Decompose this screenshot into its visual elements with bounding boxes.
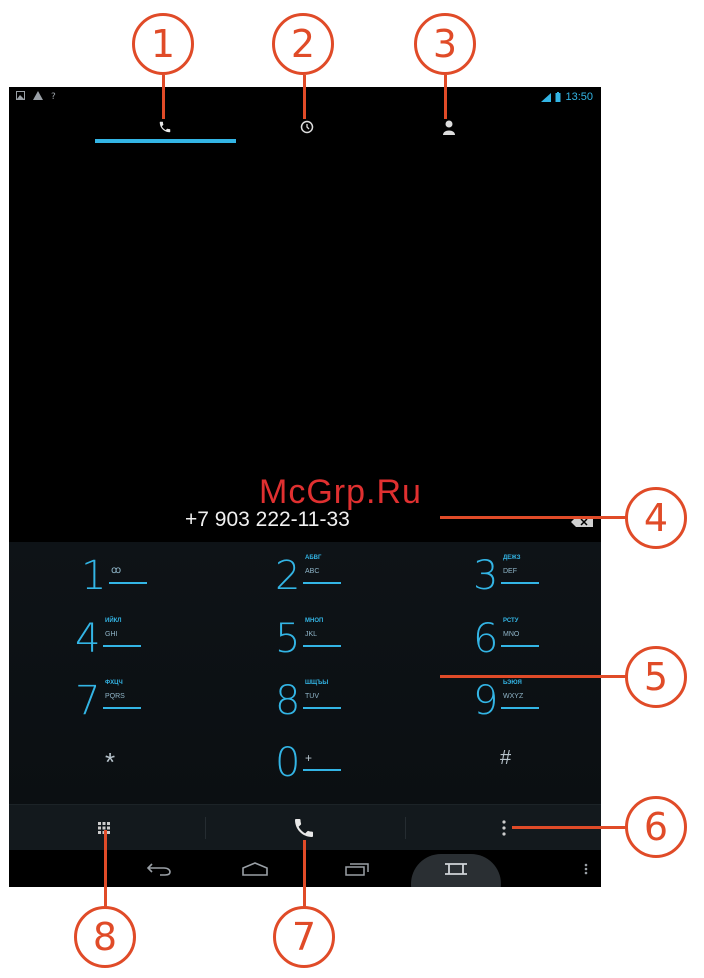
nav-menu-icon [584,863,588,874]
key-underline [303,707,341,709]
battery-icon [555,92,561,102]
selected-tab-indicator [95,139,236,143]
key-plus: + [305,751,313,765]
callout-3: 3 [414,13,476,75]
callout-8: 8 [74,906,136,968]
key-6[interactable]: 6 РСТУ MNO [473,608,601,672]
key-latin: PQRS [105,693,125,700]
key-latin: WXYZ [503,693,524,700]
home-button[interactable] [225,850,285,887]
status-right: 13:50 [541,91,593,103]
nav-menu-button[interactable] [571,850,601,887]
home-icon [242,861,268,876]
key-underline [303,645,341,647]
key-8[interactable]: 8 ШЩЪЫ TUV [275,670,445,734]
contacts-icon [443,120,455,135]
key-digit: 5 [275,616,301,662]
clock-icon [300,120,314,134]
key-cyrillic: РСТУ [503,618,519,624]
callout-2-leader [303,75,306,119]
callout-4-leader [440,516,626,519]
warning-icon [33,91,43,100]
key-latin: DEF [503,568,517,575]
overflow-menu-icon [502,820,506,836]
screenshot-icon [445,862,467,875]
key-cyrillic: ФХЦЧ [105,680,123,686]
svg-text:?: ? [51,92,56,100]
back-icon [146,862,171,876]
screenshot-button[interactable] [426,850,486,887]
key-3[interactable]: 3 ДЕЖЗ DEF [473,545,601,609]
action-divider [205,817,206,839]
key-underline [501,707,539,709]
key-digit: 7 [75,678,101,724]
callout-6-leader [512,826,626,829]
key-digit: 3 [473,553,499,599]
key-5[interactable]: 5 МНОП JKL [275,608,445,672]
status-left-icons: ? [16,91,58,100]
key-latin: MNO [503,631,520,638]
key-underline [103,645,141,647]
key-digit: 6 [473,616,499,662]
key-latin: JKL [305,631,318,638]
callout-8-leader [104,830,107,907]
callout-7-leader [303,840,306,907]
callout-2: 2 [272,13,334,75]
callout-7: 7 [273,906,335,968]
key-2[interactable]: 2 АБВГ ABC [275,545,445,609]
image-icon [16,91,25,100]
tab-contacts[interactable] [379,109,519,145]
signal-icon [541,92,552,102]
recent-apps-button[interactable] [327,850,387,887]
phone-screen: ? 13:50 McGrp.Ru +7 903 222-11-33 1 ꝏ 2 … [9,87,601,887]
voicemail-icon: ꝏ [111,565,122,576]
key-cyrillic: ШЩЪЫ [305,680,329,686]
key-7[interactable]: 7 ФХЦЧ PQRS [75,670,245,734]
key-underline [109,582,147,584]
call-icon [295,819,313,837]
key-latin: ABC [305,568,320,575]
key-underline [501,582,539,584]
key-0[interactable]: 0 + [275,732,445,796]
key-digit: 0 [275,740,301,786]
key-cyrillic: МНОП [305,618,324,624]
key-digit: 1 [81,553,107,599]
key-1[interactable]: 1 ꝏ [81,545,251,609]
number-display[interactable]: +7 903 222-11-33 [9,495,601,545]
callout-5: 5 [625,646,687,708]
tab-recent[interactable] [237,109,377,145]
callout-5-leader [440,675,626,678]
question-icon: ? [51,92,56,100]
key-digit: 4 [75,616,101,662]
dialed-number: +7 903 222-11-33 [185,508,350,531]
callout-1: 1 [132,13,194,75]
key-digit: 9 [473,678,499,724]
key-cyrillic: ИЙКЛ [105,618,122,624]
callout-1-leader [162,75,165,119]
key-cyrillic: ЬЭЮЯ [503,680,522,686]
status-time: 13:50 [565,91,593,103]
key-cyrillic: ДЕЖЗ [503,555,521,561]
key-underline [501,645,539,647]
key-hash[interactable]: # [500,747,511,770]
key-underline [303,769,341,771]
key-underline [303,582,341,584]
key-latin: TUV [305,693,319,700]
recent-apps-icon [345,862,369,876]
action-divider [405,817,406,839]
phone-icon [159,121,171,133]
back-button[interactable] [129,850,189,887]
key-underline [103,707,141,709]
key-latin: GHI [105,631,118,638]
dialpad: 1 ꝏ 2 АБВГ ABC 3 ДЕЖЗ DEF 4 ИЙКЛ GHI 5 М… [9,542,601,804]
key-star[interactable]: * [105,747,115,778]
callout-6: 6 [625,796,687,858]
key-9[interactable]: 9 ЬЭЮЯ WXYZ [473,670,601,734]
key-4[interactable]: 4 ИЙКЛ GHI [75,608,245,672]
key-cyrillic: АБВГ [305,555,322,561]
callout-4: 4 [625,487,687,549]
callout-3-leader [444,75,447,119]
key-digit: 8 [275,678,301,724]
key-digit: 2 [275,553,301,599]
